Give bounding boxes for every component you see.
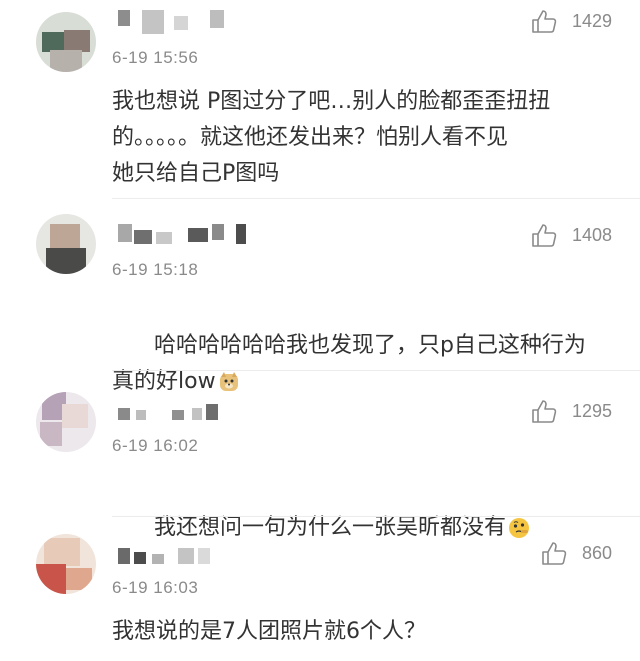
timestamp: 6-19 16:03 <box>112 578 199 597</box>
thinking-emoji <box>508 518 529 538</box>
like-button[interactable]: 1429 <box>530 6 612 36</box>
like-count: 860 <box>581 542 612 563</box>
divider <box>112 516 640 517</box>
comment-text-content: 哈哈哈哈哈哈我也发现了，只p自己这种行为 真的好low <box>112 333 586 394</box>
comment-text: 我还想问一句为什么一张吴昕都没有 <box>112 474 612 582</box>
avatar[interactable] <box>36 214 96 274</box>
avatar[interactable] <box>36 534 96 594</box>
avatar[interactable] <box>36 392 96 452</box>
like-count: 1429 <box>571 10 612 31</box>
like-button[interactable]: 1408 <box>530 220 612 250</box>
like-count: 1295 <box>571 400 612 421</box>
divider <box>112 198 640 199</box>
timestamp: 6-19 15:56 <box>112 48 199 67</box>
doge-emoji <box>219 372 238 391</box>
thumbs-up-icon <box>532 224 557 247</box>
comment-text: 我想说的是7人团照片就6个人？ <box>112 619 426 644</box>
thumbs-up-icon <box>542 542 567 565</box>
like-button[interactable]: 1295 <box>530 396 612 426</box>
like-count: 1408 <box>571 224 612 245</box>
avatar[interactable] <box>36 12 96 72</box>
timestamp: 6-19 16:02 <box>112 436 199 455</box>
divider <box>112 370 640 371</box>
comment-feed: 6-19 15:56 1429 我也想说 P图过分了吧…别人的脸都歪歪扭扭 的。… <box>0 0 640 661</box>
thumbs-up-icon <box>532 400 557 423</box>
thumbs-up-icon <box>532 10 557 33</box>
comment-text: 我也想说 P图过分了吧…别人的脸都歪歪扭扭 的。。。。。就这他还发出来？怕别人看… <box>112 89 551 186</box>
timestamp: 6-19 15:18 <box>112 260 199 279</box>
comment-text-content: 我还想问一句为什么一张吴昕都没有 <box>153 515 506 540</box>
like-button[interactable]: 860 <box>540 538 612 568</box>
